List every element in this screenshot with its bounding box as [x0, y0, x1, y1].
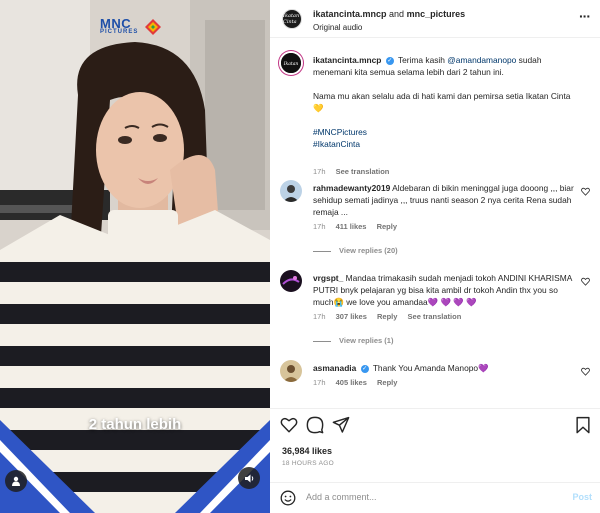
- caption-text-3: Nama mu akan selalu ada di hati kami dan…: [313, 91, 571, 113]
- hashtag-mncpictures[interactable]: #MNCPictures: [313, 126, 575, 138]
- ikatan-cinta-logo-icon: Ikatan: [281, 53, 301, 73]
- replies-divider: [313, 250, 331, 252]
- caption-username[interactable]: ikatancinta.mncp: [313, 55, 381, 65]
- logo-mark-icon: [145, 19, 161, 35]
- video-player[interactable]: MNC PICTURES 2 tahun lebih: [0, 0, 270, 513]
- like-heart-icon[interactable]: [280, 416, 298, 434]
- video-caption: 2 tahun lebih: [88, 416, 182, 433]
- post-panel: Ikatan Cinta ikatancinta.mncp and mnc_pi…: [270, 0, 600, 513]
- hashtag-ikatancinta[interactable]: #IkatanCinta: [313, 138, 575, 150]
- post-timestamp: 18 HOURS AGO: [282, 460, 335, 467]
- comment-avatar[interactable]: [280, 180, 302, 202]
- like-count[interactable]: 36,984 likes: [282, 446, 332, 456]
- comment-body: Mandaa trimakasih sudah menjadi tokoh AN…: [313, 273, 572, 307]
- sound-toggle-button[interactable]: [238, 467, 260, 489]
- comment-time: 17h: [313, 312, 326, 321]
- see-translation-link[interactable]: See translation: [408, 312, 462, 321]
- logo-subtext: PICTURES: [100, 29, 139, 35]
- comment-avatar[interactable]: [280, 270, 302, 292]
- speaker-icon: [244, 474, 253, 482]
- verified-icon: ✓: [360, 364, 369, 373]
- comment-username[interactable]: rahmadewanty2019: [313, 183, 390, 193]
- caption-text-1: Terima kasih: [397, 55, 445, 65]
- like-comment-heart-icon[interactable]: [581, 367, 590, 376]
- author-username[interactable]: ikatancinta.mncp: [313, 9, 387, 19]
- comment-likes[interactable]: 307 likes: [336, 312, 367, 321]
- coauthor-username[interactable]: mnc_pictures: [407, 9, 466, 19]
- like-comment-heart-icon[interactable]: [581, 277, 590, 286]
- action-bar: [270, 408, 600, 434]
- caption-avatar[interactable]: Ikatan: [279, 51, 303, 75]
- reply-button[interactable]: Reply: [377, 378, 397, 387]
- comment-time: 17h: [313, 222, 326, 231]
- post-header: Ikatan Cinta ikatancinta.mncp and mnc_pi…: [270, 0, 600, 38]
- video-frame: [0, 0, 270, 513]
- post-comment-button[interactable]: Post: [572, 492, 592, 502]
- author-line: ikatancinta.mncp and mnc_pictures: [313, 9, 465, 19]
- comment-text: rahmadewanty2019 Aldebaran di bikin meni…: [313, 182, 575, 218]
- like-comment-heart-icon[interactable]: [581, 187, 590, 196]
- comment-text: vrgspt_ Mandaa trimakasih sudah menjadi …: [313, 272, 575, 308]
- comment-username[interactable]: asmanadia: [313, 363, 356, 373]
- comment-likes[interactable]: 405 likes: [336, 378, 367, 387]
- svg-text:Ikatan: Ikatan: [283, 61, 299, 67]
- view-replies-button[interactable]: View replies (20): [313, 246, 398, 255]
- avatar-photo: [280, 360, 302, 382]
- view-replies-label: View replies (20): [339, 246, 398, 255]
- comment-meta: 17h 307 likes Reply See translation: [313, 312, 469, 321]
- tagged-users-button[interactable]: [5, 470, 27, 492]
- comment-bubble-icon[interactable]: [306, 416, 324, 434]
- comment-meta: 17h 411 likes Reply: [313, 222, 405, 231]
- author-avatar-text: Ikatan Cinta: [283, 13, 300, 25]
- view-replies-button[interactable]: View replies (1): [313, 336, 393, 345]
- caption-text: ikatancinta.mncp ✓ Terima kasih @amandam…: [313, 54, 575, 150]
- caption-time: 17h: [313, 167, 326, 176]
- reply-button[interactable]: Reply: [377, 222, 397, 231]
- caption-meta: 17h See translation: [313, 167, 397, 176]
- avatar-photo: [280, 270, 302, 292]
- author-avatar[interactable]: Ikatan Cinta: [282, 9, 302, 29]
- save-bookmark-icon[interactable]: [574, 416, 592, 434]
- reply-button[interactable]: Reply: [377, 312, 397, 321]
- avatar-photo: [280, 180, 302, 202]
- comment-text: asmanadia ✓ Thank You Amanda Manopo💜: [313, 362, 575, 374]
- comments-scroll[interactable]: Ikatan ikatancinta.mncp ✓ Terima kasih @…: [270, 38, 600, 400]
- more-options-icon[interactable]: ···: [579, 9, 591, 23]
- add-comment-bar: Post: [270, 482, 600, 513]
- verified-icon: ✓: [385, 56, 394, 65]
- see-translation-link[interactable]: See translation: [336, 167, 390, 176]
- comment-username[interactable]: vrgspt_: [313, 273, 343, 283]
- comment-time: 17h: [313, 378, 326, 387]
- replies-divider: [313, 340, 331, 342]
- comment-avatar[interactable]: [280, 360, 302, 382]
- comment-body: Thank You Amanda Manopo💜: [372, 363, 489, 373]
- audio-link[interactable]: Original audio: [313, 23, 362, 32]
- share-send-icon[interactable]: [332, 416, 350, 434]
- emoji-icon[interactable]: [280, 490, 296, 506]
- user-icon: [12, 476, 20, 486]
- view-replies-label: View replies (1): [339, 336, 394, 345]
- post-caption: Ikatan ikatancinta.mncp ✓ Terima kasih @…: [270, 50, 600, 176]
- add-comment-input[interactable]: [306, 492, 546, 502]
- mnc-pictures-logo: MNC PICTURES: [90, 14, 170, 40]
- connector-text: and: [389, 9, 405, 19]
- comment-meta: 17h 405 likes Reply: [313, 378, 405, 387]
- caption-mention[interactable]: @amandamanopo: [447, 55, 516, 65]
- comment-likes[interactable]: 411 likes: [336, 222, 367, 231]
